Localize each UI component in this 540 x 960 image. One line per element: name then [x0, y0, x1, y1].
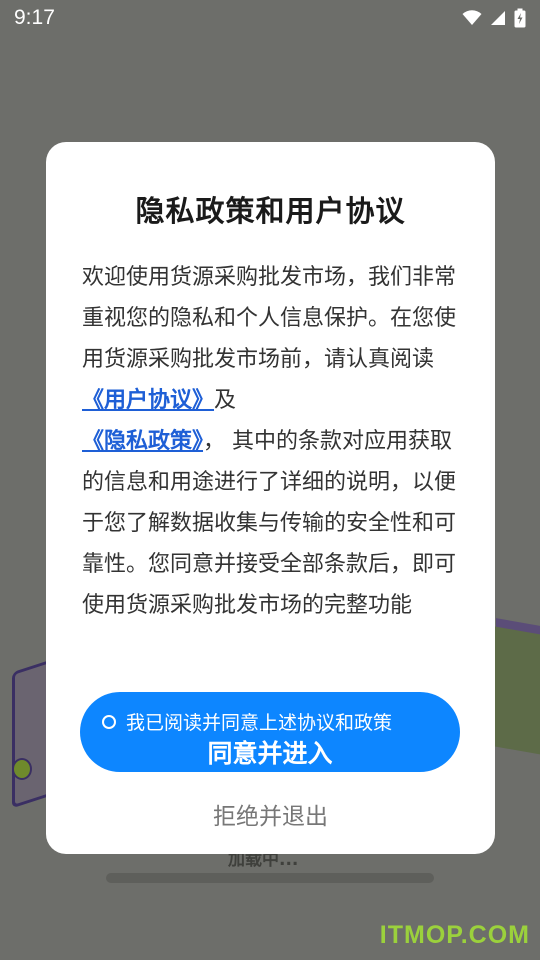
dialog-body: 欢迎使用货源采购批发市场，我们非常重视您的隐私和个人信息保护。在您使用货源采购批… — [82, 257, 462, 626]
body-and-text: 及 — [214, 388, 237, 413]
background-wheel — [12, 758, 32, 780]
dialog-title: 隐私政策和用户协议 — [135, 194, 406, 228]
body-intro-text: 欢迎使用货源采购批发市场，我们非常重视您的隐私和个人信息保护。在您使用货源采购批… — [82, 265, 457, 372]
battery-charging-icon — [514, 8, 526, 28]
wifi-icon — [462, 10, 482, 25]
agree-checkbox-label: 我已阅读并同意上述协议和政策 — [126, 712, 393, 734]
reject-and-exit-button[interactable]: 拒绝并退出 — [46, 797, 495, 831]
radio-unchecked-icon[interactable] — [102, 714, 116, 729]
watermark: ITMOP.COM — [379, 921, 530, 949]
body-outro-text: ， 其中的条款对应用获取的信息和用途进行了详细的说明，以便于您了解数据收集与传输… — [82, 429, 457, 618]
agree-and-enter-button[interactable]: 我已阅读并同意上述协议和政策 同意并进入 — [80, 692, 460, 772]
status-icons — [462, 8, 526, 28]
agree-button-label: 同意并进入 — [207, 739, 333, 768]
status-time: 9:17 — [14, 6, 55, 29]
privacy-policy-link[interactable]: 《隐私政策》 — [82, 429, 203, 454]
cell-signal-icon — [491, 11, 505, 25]
background-illustration-right — [490, 625, 540, 755]
status-bar: 9:17 — [0, 0, 540, 36]
user-agreement-link[interactable]: 《用户协议》 — [82, 388, 214, 413]
agree-checkbox[interactable]: 我已阅读并同意上述协议和政策 — [102, 708, 392, 735]
privacy-dialog: 隐私政策和用户协议 欢迎使用货源采购批发市场，我们非常重视您的隐私和个人信息保护… — [46, 142, 495, 854]
loading-bar — [106, 873, 434, 883]
